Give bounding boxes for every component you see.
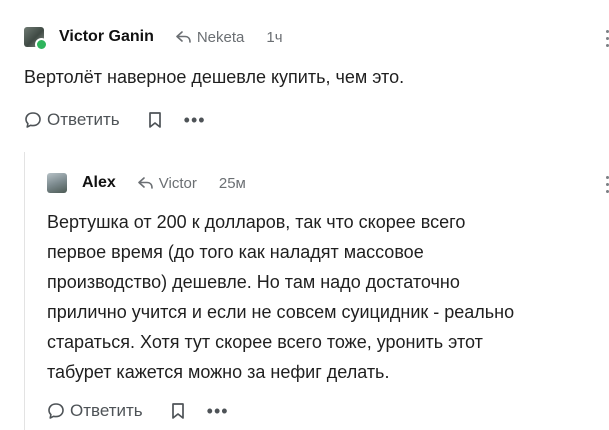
online-status-dot xyxy=(35,38,48,51)
more-dots-icon[interactable]: ••• xyxy=(207,402,229,420)
avatar[interactable] xyxy=(47,173,67,193)
comment-actions: Ответить ••• xyxy=(24,110,206,130)
reply-label: Ответить xyxy=(47,110,120,129)
comment-text: Вертолёт наверное дешевле купить, чем эт… xyxy=(24,67,405,87)
reply-arrow-icon xyxy=(176,31,191,43)
author-name[interactable]: Victor Ganin xyxy=(59,28,154,46)
author-name[interactable]: Alex xyxy=(82,174,116,192)
avatar[interactable] xyxy=(24,27,48,51)
comment-actions: Ответить ••• xyxy=(47,401,229,421)
reply-button[interactable]: Ответить xyxy=(47,401,143,421)
reply-arrow-icon xyxy=(137,177,153,189)
reply-button[interactable]: Ответить xyxy=(24,110,120,130)
comment-bubble-icon xyxy=(48,403,64,419)
bookmark-icon[interactable] xyxy=(148,111,162,129)
comment-text: Вертушка от 200 к долларов, так что скор… xyxy=(47,212,515,382)
reply-label: Ответить xyxy=(70,401,143,420)
comment-bubble-icon xyxy=(25,112,41,128)
more-dots-icon[interactable]: ••• xyxy=(184,111,206,129)
thread-line xyxy=(24,152,25,430)
comment-header-alex: Alex Victor 25м xyxy=(47,173,246,193)
comment-header-victor: Victor Ganin Neketa 1ч xyxy=(24,27,283,51)
comment-time[interactable]: 1ч xyxy=(266,29,282,46)
reply-to-name[interactable]: Victor xyxy=(159,175,197,192)
reply-to-name[interactable]: Neketa xyxy=(197,29,245,46)
comment-time[interactable]: 25м xyxy=(219,175,246,192)
bookmark-icon[interactable] xyxy=(171,402,185,420)
